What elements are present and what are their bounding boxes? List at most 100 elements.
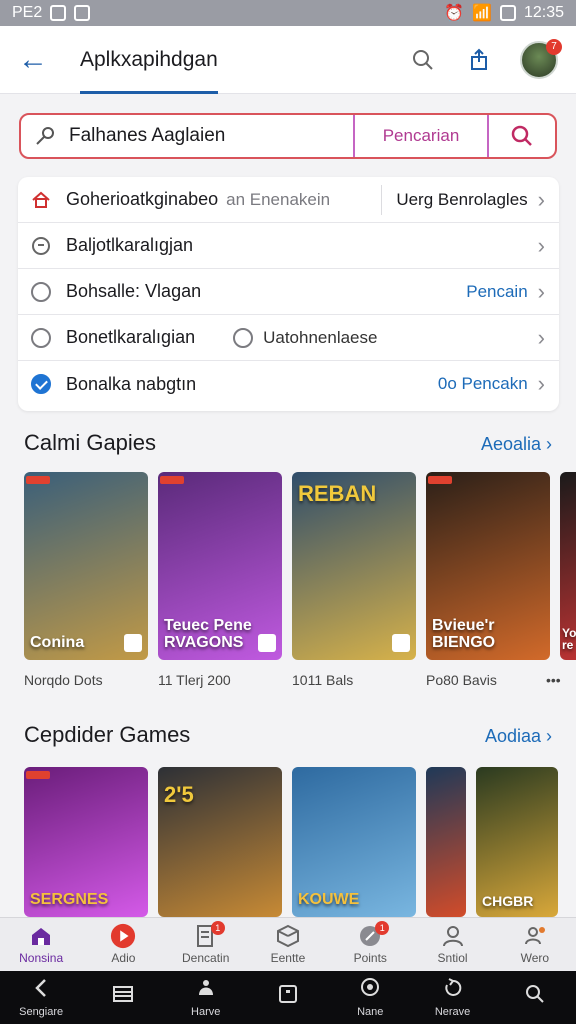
chevron-right-icon: › [537,278,545,304]
game-logo: 2'5 [164,782,194,807]
game-logo: Bvieue'r BIENGO [432,617,496,652]
radio-icon[interactable] [31,327,51,348]
nav-menu[interactable] [82,971,164,1024]
tab-points[interactable]: 1 Points [329,918,411,971]
filter-option[interactable]: Uatohnenlaese [263,328,377,348]
filter-row[interactable]: Baljotlkaralıgjan › [18,223,559,269]
nav-back[interactable]: Sengiare [0,971,82,1024]
avatar-badge: 7 [546,38,562,55]
tab-events[interactable]: Eentte [247,918,329,971]
nav-label: Nane [357,1006,384,1018]
search-icon[interactable] [408,45,438,75]
filter-row[interactable]: Goherioatkginabeo an Enenakein Uerg Benr… [18,177,559,223]
game-caption: Po80 Bavis [426,672,497,688]
game-art: Bvieue'r BIENGO [426,472,550,660]
document-icon: 1 [193,921,225,948]
tag-icon [26,476,50,484]
tab-badge: 1 [210,921,225,935]
nav-refresh[interactable]: Nerave [411,971,493,1024]
back-icon [31,977,51,1002]
page-title: Aplkxapihdgan [80,26,218,94]
nav-recents[interactable] [247,971,329,1024]
game-card[interactable]: 2'5 [158,767,282,917]
tab-home[interactable]: Nonsina [0,918,82,971]
status-left-text: PE2 [12,4,43,21]
search-button[interactable]: Pencarian [353,115,489,157]
tab-label: Sntiol [437,951,468,965]
game-art: KOUWE [292,767,416,917]
chevron-right-icon: › [537,371,545,396]
game-card[interactable]: KOUWE [292,767,416,917]
game-carousel: Conina Norqdo Dots Teuec Pene RVAGONS 11… [24,472,576,688]
game-caption: 1011 Bals [292,672,354,688]
tab-label: Points [353,951,387,965]
filter-label: Bonetlkaralıgian [66,327,196,347]
filter-action[interactable]: Pencain [466,282,527,302]
game-card[interactable]: REBAN 1011 Bals [292,472,416,688]
share-icon[interactable] [464,45,494,75]
search-go-icon[interactable] [489,124,555,148]
box-icon [275,924,301,948]
filter-label: Goherioatkginabeo [66,189,219,209]
filter-row[interactable]: Bohsalle: Vlagan Pencain › [18,269,559,315]
game-art: Teuec Pene RVAGONS [158,472,282,660]
nav-location[interactable]: Nane [329,971,411,1024]
radio-icon[interactable] [233,327,254,348]
filter-label: Bohsalle: Vlagan [66,281,202,301]
game-card[interactable]: Conina Norqdo Dots [24,472,148,688]
filter-action[interactable]: 0o Pencakn [438,374,528,394]
chevron-right-icon: › [537,324,545,350]
game-card[interactable]: CHGBR [476,767,558,917]
tag-icon [160,476,184,484]
filter-action[interactable]: Uerg Benrolagles [396,190,527,210]
alarm-icon: ⏰ [444,5,465,22]
game-carousel: SERGNES 2'5 KOUWE CHGBR [24,767,576,917]
filter-row[interactable]: Bonetlkaralıgian Uatohnenlaese › [18,315,559,361]
game-card[interactable]: Teuec Pene RVAGONS 11 Tlerj 200 [158,472,282,688]
more-icon[interactable]: ••• [546,672,576,688]
tab-audio[interactable]: Adio [82,918,164,971]
see-all-link[interactable]: Aodiaa › [485,726,552,747]
nav-label: Nerave [434,1006,471,1018]
game-caption: Norqdo Dots [24,672,103,688]
game-art: SERGNES [24,767,148,917]
home-icon [30,189,52,211]
search-icon [524,983,546,1008]
nav-home[interactable]: Harve [165,971,247,1024]
tab-profile[interactable]: Sntiol [411,918,493,971]
chevron-right-icon: › [537,232,545,258]
game-card[interactable]: SERGNES [24,767,148,917]
filter-label: Bonalka nabgtın [66,373,197,394]
game-card[interactable]: Yo re ••• [546,472,576,688]
game-art: Conina [24,472,148,660]
corner-icon [258,634,276,652]
system-nav-bar: Sengiare Harve Nane Nerave [0,971,576,1024]
chevron-right-icon: › [537,186,545,212]
game-art: 2'5 [158,767,282,917]
check-icon[interactable] [31,374,51,394]
bottom-tab-bar: Nonsina Adio 1 Dencatin Eentte 1 Points … [0,917,576,971]
search-input[interactable]: Falhanes Aaglaien [69,125,353,147]
game-caption: 11 Tlerj 200 [158,672,231,688]
game-logo: Conina [30,634,85,652]
tab-search[interactable]: 1 Dencatin [165,918,247,971]
game-art: REBAN [292,472,416,660]
radio-icon[interactable] [31,281,51,302]
battery-icon [499,5,516,21]
nav-search[interactable] [494,971,576,1024]
game-art: Yo re [560,472,576,660]
game-card[interactable] [426,767,466,917]
game-logo: Yo re [562,625,576,653]
timer-icon [30,235,52,257]
game-art [426,767,466,917]
tab-more[interactable]: Wero [494,918,576,971]
pin-icon [21,125,69,147]
see-all-link[interactable]: Aeoalia › [481,434,552,455]
see-all-label: Aeoalia [480,434,541,454]
game-card[interactable]: Bvieue'r BIENGO Po80 Bavis [426,472,550,688]
person-icon [440,924,466,948]
back-arrow-icon[interactable]: ← [18,43,62,77]
game-logo: CHGBR [482,893,534,910]
avatar[interactable]: 7 [520,38,562,79]
filter-row[interactable]: Bonalka nabgtın 0o Pencakn › [18,361,559,407]
